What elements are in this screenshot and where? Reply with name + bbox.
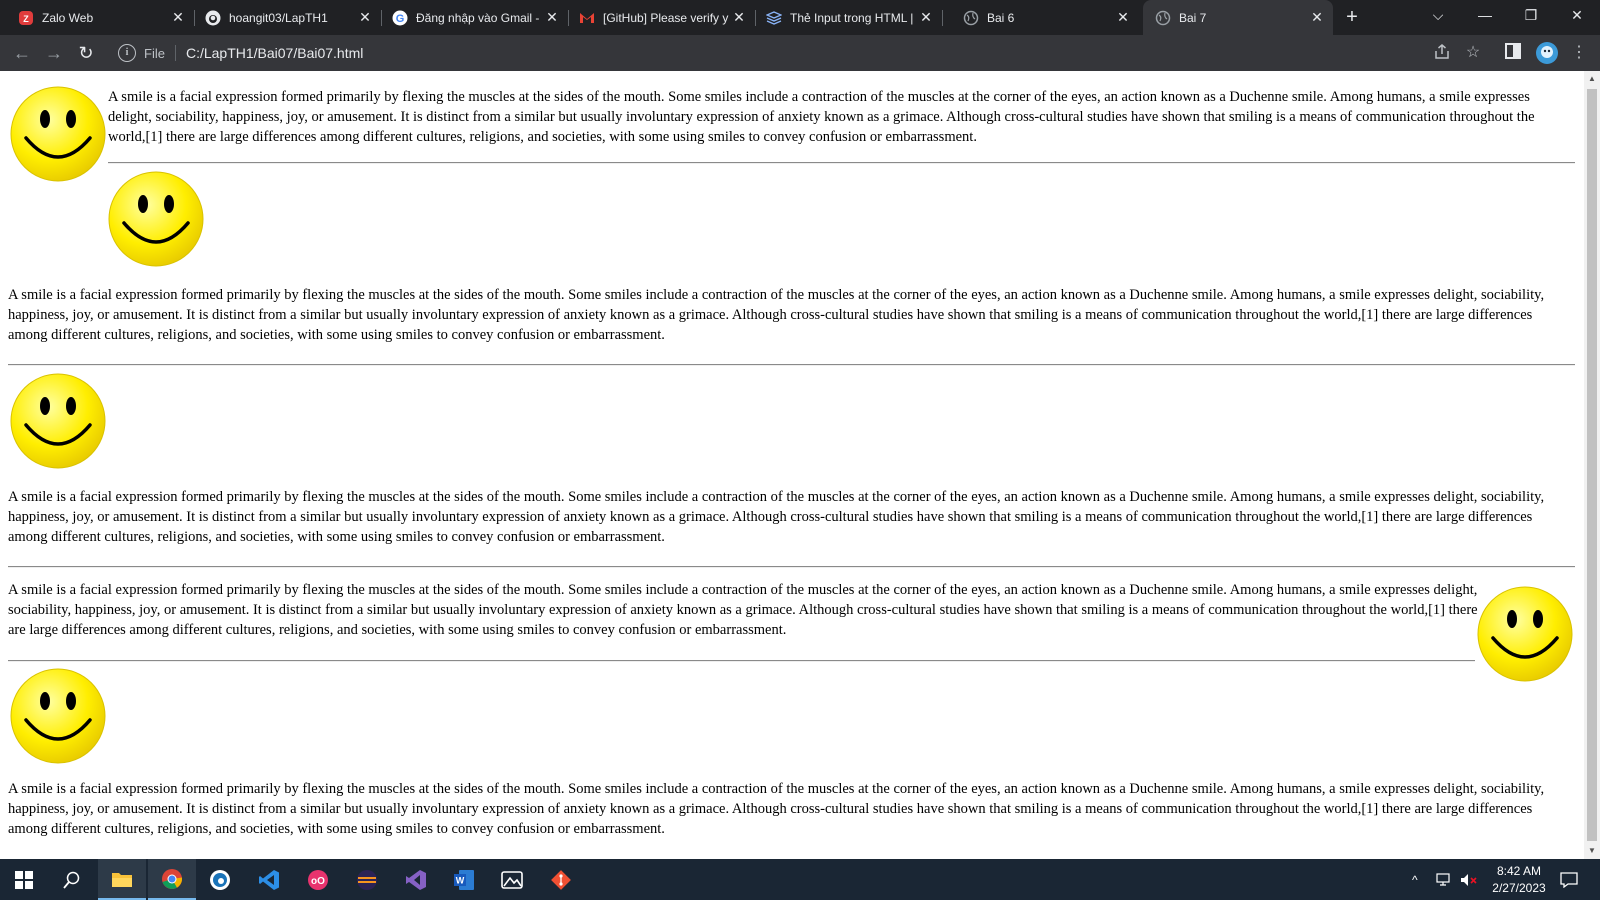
tab-separator <box>942 10 943 26</box>
side-panel-icon[interactable] <box>1503 43 1523 63</box>
tab-gmail-login[interactable]: G Đăng nhập vào Gmail - ✕ <box>382 0 568 35</box>
git-icon[interactable] <box>537 859 585 900</box>
svg-text:W: W <box>456 875 465 885</box>
tab-title: Zalo Web <box>42 10 94 25</box>
url-text[interactable]: C:/LapTH1/Bai07/Bai07.html <box>186 45 363 61</box>
page-content: A smile is a facial expression formed pr… <box>0 71 1584 859</box>
svg-text:Z: Z <box>23 14 29 24</box>
file-explorer-icon[interactable] <box>98 859 146 900</box>
volume-muted-icon[interactable] <box>1460 859 1478 900</box>
smiley-face-icon <box>1477 586 1573 682</box>
word-icon[interactable]: W <box>440 859 488 900</box>
smiley-face-icon <box>10 373 106 469</box>
share-icon[interactable] <box>1432 43 1452 63</box>
smiley-face-icon <box>108 171 204 267</box>
profile-avatar[interactable] <box>1535 41 1559 65</box>
bookmark-star-icon[interactable]: ☆ <box>1463 43 1483 63</box>
svg-text:G: G <box>396 13 405 25</box>
forward-arrow-icon[interactable]: → <box>42 41 66 65</box>
back-arrow-icon[interactable]: ← <box>10 41 34 65</box>
paragraph-text: A smile is a facial expression formed pr… <box>8 287 1545 343</box>
paragraph-text: A smile is a facial expression formed pr… <box>8 781 1545 837</box>
photos-icon[interactable] <box>488 859 536 900</box>
tab-title: Thẻ Input trong HTML | <box>790 10 914 25</box>
scroll-down-arrow-icon[interactable]: ▼ <box>1588 847 1596 855</box>
tab-title: hoangit03/LapTH1 <box>229 10 328 25</box>
more-menu-icon[interactable]: ⋮ <box>1569 43 1589 63</box>
reload-icon[interactable]: ↻ <box>74 41 98 65</box>
github-icon <box>205 10 221 26</box>
tab-github-verify[interactable]: [GitHub] Please verify y ✕ <box>569 0 755 35</box>
windows-start-icon[interactable] <box>0 859 48 900</box>
chrome-icon[interactable] <box>148 859 196 900</box>
tab-title: Bai 7 <box>1179 10 1207 25</box>
close-icon[interactable]: ✕ <box>544 9 560 25</box>
tab-bai-6[interactable]: Bai 6 ✕ <box>953 0 1139 35</box>
horizontal-rule <box>8 660 1475 662</box>
horizontal-rule <box>108 162 1575 164</box>
svg-text:oO: oO <box>311 876 325 887</box>
gmail-icon <box>579 10 595 26</box>
show-hidden-icons-chevron[interactable]: ^ <box>1412 859 1418 900</box>
info-icon[interactable]: i <box>118 44 136 62</box>
scrollbar-thumb[interactable] <box>1587 89 1597 841</box>
globe-icon <box>1155 10 1171 26</box>
tab-search-chevron-icon[interactable]: ⌵ <box>1415 0 1461 32</box>
visual-studio-icon[interactable] <box>392 859 440 900</box>
zalo-icon: Z <box>18 10 34 26</box>
edge-icon[interactable] <box>196 859 244 900</box>
smiley-face-icon <box>10 668 106 764</box>
close-icon[interactable]: ✕ <box>170 9 186 25</box>
smiley-face-icon <box>10 86 106 182</box>
close-icon[interactable]: ✕ <box>731 9 747 25</box>
paragraph-text: A smile is a facial expression formed pr… <box>108 89 1535 145</box>
tab-strip: Z Zalo Web ✕ hoangit03/LapTH1 ✕ G Đăng n… <box>0 0 1600 35</box>
tab-title: Đăng nhập vào Gmail - <box>416 10 540 25</box>
globe-icon <box>963 10 979 26</box>
paragraph-text: A smile is a facial expression formed pr… <box>8 582 1478 638</box>
close-icon[interactable]: ✕ <box>1115 9 1131 25</box>
close-window-icon[interactable]: ✕ <box>1554 0 1600 32</box>
notifications-icon[interactable] <box>1560 859 1578 900</box>
address-bar[interactable]: i File C:/LapTH1/Bai07/Bai07.html <box>110 39 1480 67</box>
tab-input-html[interactable]: Thẻ Input trong HTML | ✕ <box>756 0 942 35</box>
close-icon[interactable]: ✕ <box>1309 9 1325 25</box>
vertical-scrollbar[interactable]: ▲ ▼ <box>1584 71 1600 859</box>
address-separator <box>174 45 176 61</box>
network-icon[interactable] <box>1436 859 1454 900</box>
windows-taskbar: oO W ^ 8:42 AM 2/27/2023 <box>0 859 1600 900</box>
scheme-label: File <box>144 45 165 61</box>
clock-time: 8:42 AM <box>1496 864 1542 878</box>
browser-toolbar: ← → ↻ i File C:/LapTH1/Bai07/Bai07.html … <box>0 35 1600 71</box>
tab-bai-7[interactable]: Bai 7 ✕ <box>1143 0 1333 35</box>
app-oo-icon[interactable]: oO <box>294 859 342 900</box>
close-icon[interactable]: ✕ <box>918 9 934 25</box>
system-clock[interactable]: 8:42 AM 2/27/2023 <box>1484 863 1554 897</box>
clock-date: 2/27/2023 <box>1492 881 1546 895</box>
vscode-icon[interactable] <box>245 859 293 900</box>
eclipse-icon[interactable] <box>343 859 391 900</box>
tab-zalo-web[interactable]: Z Zalo Web ✕ <box>8 0 194 35</box>
horizontal-rule <box>8 364 1575 366</box>
paragraph-text: A smile is a facial expression formed pr… <box>8 489 1545 545</box>
tab-github-lapth1[interactable]: hoangit03/LapTH1 ✕ <box>195 0 381 35</box>
close-icon[interactable]: ✕ <box>357 9 373 25</box>
scroll-up-arrow-icon[interactable]: ▲ <box>1588 75 1596 83</box>
horizontal-rule <box>8 566 1575 568</box>
minimize-icon[interactable]: — <box>1462 0 1508 32</box>
tab-title: [GitHub] Please verify y <box>603 10 729 25</box>
google-icon: G <box>392 10 408 26</box>
restore-icon[interactable]: ❐ <box>1508 0 1554 32</box>
new-tab-button[interactable]: + <box>1340 6 1364 30</box>
layers-icon <box>766 10 782 26</box>
tab-title: Bai 6 <box>987 10 1015 25</box>
search-icon[interactable] <box>48 859 96 900</box>
